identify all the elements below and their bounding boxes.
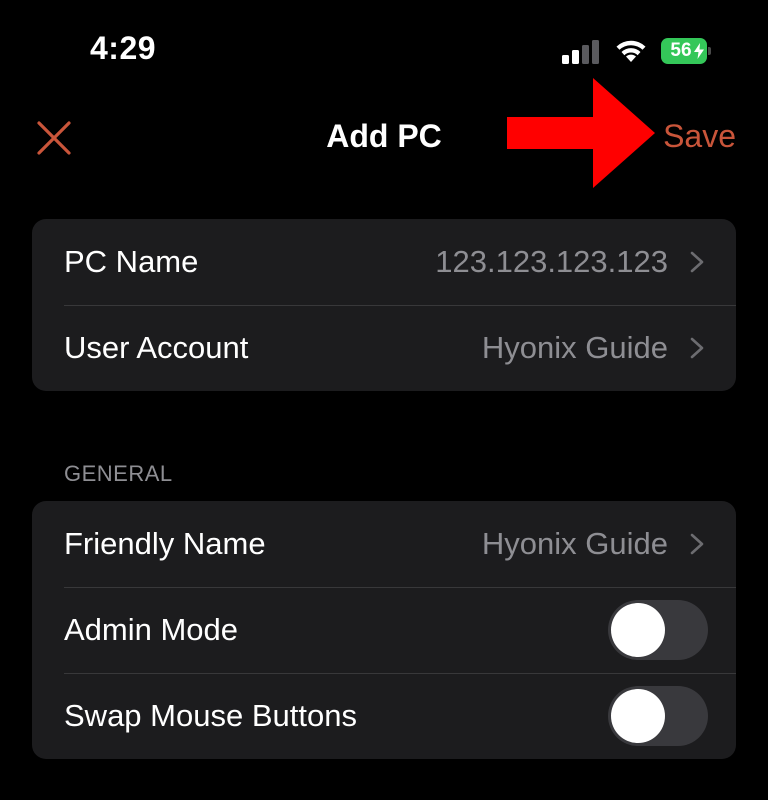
user-account-row[interactable]: User Account Hyonix Guide	[32, 305, 736, 391]
save-button[interactable]: Save	[663, 118, 736, 155]
chevron-right-icon	[690, 533, 704, 555]
wifi-icon	[616, 40, 646, 62]
pc-name-label: PC Name	[64, 244, 199, 279]
general-settings-group: Friendly Name Hyonix Guide Admin Mode Sw…	[32, 501, 736, 759]
toggle-knob	[611, 689, 665, 743]
toggle-knob	[611, 603, 665, 657]
swap-mouse-buttons-row: Swap Mouse Buttons	[32, 673, 736, 759]
friendly-name-label: Friendly Name	[64, 526, 266, 561]
close-button[interactable]	[32, 116, 76, 160]
friendly-name-row[interactable]: Friendly Name Hyonix Guide	[32, 501, 736, 587]
connection-settings-group: PC Name 123.123.123.123 User Account Hyo…	[32, 219, 736, 391]
pc-name-row[interactable]: PC Name 123.123.123.123	[32, 219, 736, 305]
battery-cap	[708, 47, 711, 55]
friendly-name-value: Hyonix Guide	[481, 526, 668, 561]
swap-mouse-buttons-toggle[interactable]	[608, 686, 708, 746]
chevron-right-icon	[690, 337, 704, 359]
close-icon	[37, 121, 71, 155]
pc-name-value: 123.123.123.123	[435, 244, 668, 279]
cellular-signal-icon	[562, 40, 599, 64]
admin-mode-row: Admin Mode	[32, 587, 736, 673]
chevron-right-icon	[690, 251, 704, 273]
charging-bolt-icon	[694, 43, 704, 59]
red-arrow-icon	[507, 78, 655, 188]
user-account-value: Hyonix Guide	[481, 330, 668, 365]
general-section-header: GENERAL	[64, 461, 173, 486]
battery-charging-icon: 56	[661, 38, 711, 64]
admin-mode-toggle[interactable]	[608, 600, 708, 660]
status-time: 4:29	[90, 30, 157, 66]
user-account-label: User Account	[64, 330, 249, 365]
